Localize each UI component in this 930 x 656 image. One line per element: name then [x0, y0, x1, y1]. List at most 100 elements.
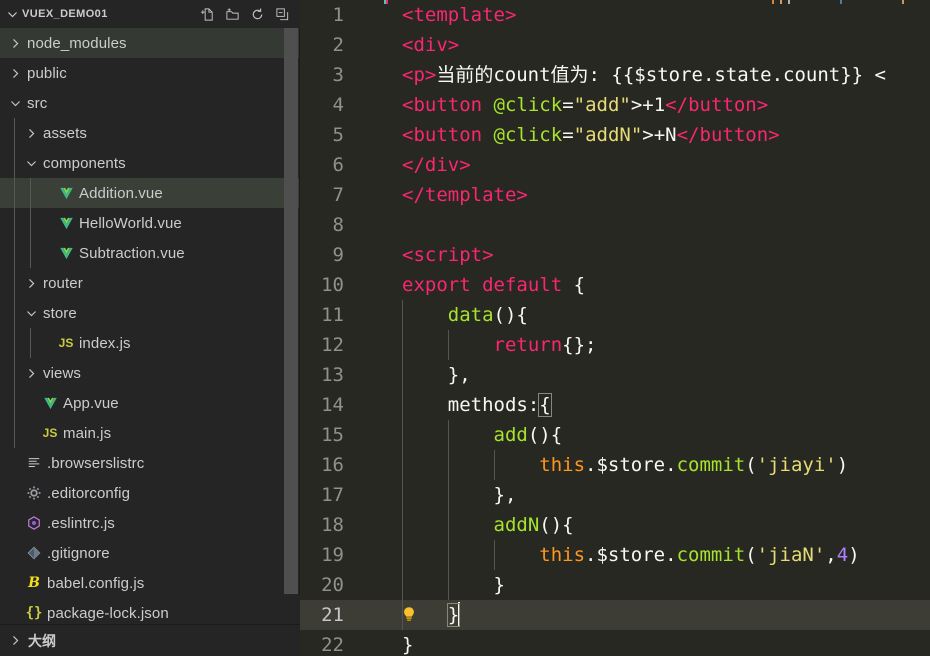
- tree-file-main-js[interactable]: JS main.js: [0, 418, 300, 448]
- new-file-icon[interactable]: [199, 6, 215, 22]
- tree-folder-public[interactable]: public: [0, 58, 300, 88]
- code-line-18[interactable]: 18 addN(){: [300, 510, 930, 540]
- tree-file-helloworld-vue[interactable]: HelloWorld.vue: [0, 208, 300, 238]
- code-line-5[interactable]: 5 <button @click="addN">+N</button>: [300, 120, 930, 150]
- tree-file-addition-vue[interactable]: Addition.vue: [0, 178, 300, 208]
- tree-item-label: main.js: [63, 424, 112, 442]
- new-folder-icon[interactable]: [224, 6, 240, 22]
- refresh-icon[interactable]: [249, 6, 265, 22]
- code-line-text[interactable]: <button @click="add">+1</button>: [358, 90, 930, 120]
- code-line-17[interactable]: 17 },: [300, 480, 930, 510]
- code-line-text[interactable]: this.$store.commit('jiayi'): [358, 450, 930, 480]
- code-lines[interactable]: 1 <template> 2 <div> 3 <p>当前的count值为: {{$stor…: [300, 0, 930, 656]
- code-line-text[interactable]: },: [358, 360, 930, 390]
- code-line-text[interactable]: </div>: [358, 150, 930, 180]
- code-line-4[interactable]: 4 <button @click="add">+1</button>: [300, 90, 930, 120]
- code-line-1[interactable]: 1 <template>: [300, 0, 930, 30]
- chevron-down-icon[interactable]: [4, 6, 20, 22]
- code-line-text[interactable]: methods:{: [358, 390, 930, 420]
- tree-file-index-js[interactable]: JS index.js: [0, 328, 300, 358]
- tree-file-browserslistrc[interactable]: .browserslistrc: [0, 448, 300, 478]
- code-line-text[interactable]: <script>: [358, 240, 930, 270]
- chevron-right-icon[interactable]: [6, 632, 24, 650]
- code-line-8[interactable]: 8: [300, 210, 930, 240]
- tree-item-label: babel.config.js: [47, 574, 145, 592]
- code-line-21[interactable]: 21 }: [300, 600, 930, 630]
- tree-file-gitignore[interactable]: .gitignore: [0, 538, 300, 568]
- chevron-right-icon[interactable]: [22, 122, 40, 144]
- code-line-7[interactable]: 7 </template>: [300, 180, 930, 210]
- token-plain: ): [848, 544, 860, 566]
- tree-file-eslintrc-js[interactable]: .eslintrc.js: [0, 508, 300, 538]
- code-line-11[interactable]: 11 data(){: [300, 300, 930, 330]
- code-line-10[interactable]: 10 export default {: [300, 270, 930, 300]
- tree-folder-store[interactable]: store: [0, 298, 300, 328]
- code-line-6[interactable]: 6 </div>: [300, 150, 930, 180]
- tree-file-package-lock-json[interactable]: {} package-lock.json: [0, 598, 300, 624]
- code-line-2[interactable]: 2 <div>: [300, 30, 930, 60]
- tree-folder-src[interactable]: src: [0, 88, 300, 118]
- chevron-right-icon[interactable]: [22, 362, 40, 384]
- code-line-text[interactable]: export default {: [358, 270, 930, 300]
- code-line-text[interactable]: this.$store.commit('jiaN',4): [358, 540, 930, 570]
- code-line-text[interactable]: data(){: [358, 300, 930, 330]
- tree-folder-router[interactable]: router: [0, 268, 300, 298]
- chevron-down-icon[interactable]: [6, 92, 24, 114]
- indent-guide: [402, 480, 403, 510]
- code-line-text[interactable]: }: [358, 630, 930, 656]
- outline-panel-header[interactable]: 大纲: [0, 624, 300, 656]
- code-line-text[interactable]: add(){: [358, 420, 930, 450]
- explorer-scrollbar-track[interactable]: [284, 28, 298, 596]
- code-editor[interactable]: 1 <template> 2 <div> 3 <p>当前的count值为: {{$stor…: [300, 0, 930, 656]
- token-plain: =: [562, 124, 574, 146]
- tree-file-babel-config-js[interactable]: Bbabel.config.js: [0, 568, 300, 598]
- code-line-text[interactable]: }: [358, 600, 930, 630]
- indent-guide: [402, 420, 403, 450]
- indent-spacer: [0, 448, 6, 478]
- token-tag: template: [413, 4, 505, 26]
- code-line-16[interactable]: 16 this.$store.commit('jiayi'): [300, 450, 930, 480]
- code-line-14[interactable]: 14 methods:{: [300, 390, 930, 420]
- code-line-20[interactable]: 20 }: [300, 570, 930, 600]
- line-number: 9: [332, 244, 344, 266]
- indent-spacer: [0, 598, 6, 624]
- tree-file-subtraction-vue[interactable]: Subtraction.vue: [0, 238, 300, 268]
- code-line-text[interactable]: <template>: [358, 0, 930, 30]
- chevron-right-icon[interactable]: [22, 272, 40, 294]
- chevron-right-icon[interactable]: [6, 32, 24, 54]
- code-line-text[interactable]: </template>: [358, 180, 930, 210]
- chevron-down-icon[interactable]: [22, 302, 40, 324]
- code-line-text[interactable]: <button @click="addN">+N</button>: [358, 120, 930, 150]
- tree-file-app-vue[interactable]: App.vue: [0, 388, 300, 418]
- tree-folder-views[interactable]: views: [0, 358, 300, 388]
- code-line-3[interactable]: 3 <p>当前的count值为: {{$store.state.count}} <: [300, 60, 930, 90]
- token-plain: }: [402, 634, 414, 656]
- indent-guide: [447, 420, 449, 450]
- explorer-section-header[interactable]: VUEX_DEMO01: [0, 0, 300, 28]
- code-line-13[interactable]: 13 },: [300, 360, 930, 390]
- explorer-scrollbar-thumb[interactable]: [284, 28, 298, 594]
- code-line-9[interactable]: 9 <script>: [300, 240, 930, 270]
- chevron-right-icon[interactable]: [6, 62, 24, 84]
- tree-file-editorconfig[interactable]: .editorconfig: [0, 478, 300, 508]
- code-line-text[interactable]: <div>: [358, 30, 930, 60]
- tree-folder-assets[interactable]: assets: [0, 118, 300, 148]
- code-line-text[interactable]: return{};: [358, 330, 930, 360]
- chevron-down-icon[interactable]: [22, 152, 40, 174]
- file-tree[interactable]: node_modules public src assets components Add…: [0, 28, 300, 624]
- code-line-text[interactable]: <p>当前的count值为: {{$store.state.count}} <: [358, 60, 930, 90]
- collapse-all-icon[interactable]: [274, 6, 290, 22]
- code-line-19[interactable]: 19 this.$store.commit('jiaN',4): [300, 540, 930, 570]
- code-line-text[interactable]: }: [358, 570, 930, 600]
- tree-folder-node-modules[interactable]: node_modules: [0, 28, 300, 58]
- code-line-text[interactable]: addN(){: [358, 510, 930, 540]
- code-line-22[interactable]: 22}: [300, 630, 930, 656]
- code-line-12[interactable]: 12 return{};: [300, 330, 930, 360]
- code-line-text[interactable]: },: [358, 480, 930, 510]
- indent-spacer: [0, 538, 6, 568]
- token-var: this: [539, 544, 586, 566]
- token-tag: <: [402, 94, 414, 116]
- token-plain: >+N: [642, 124, 677, 146]
- code-line-15[interactable]: 15 add(){: [300, 420, 930, 450]
- tree-folder-components[interactable]: components: [0, 148, 300, 178]
